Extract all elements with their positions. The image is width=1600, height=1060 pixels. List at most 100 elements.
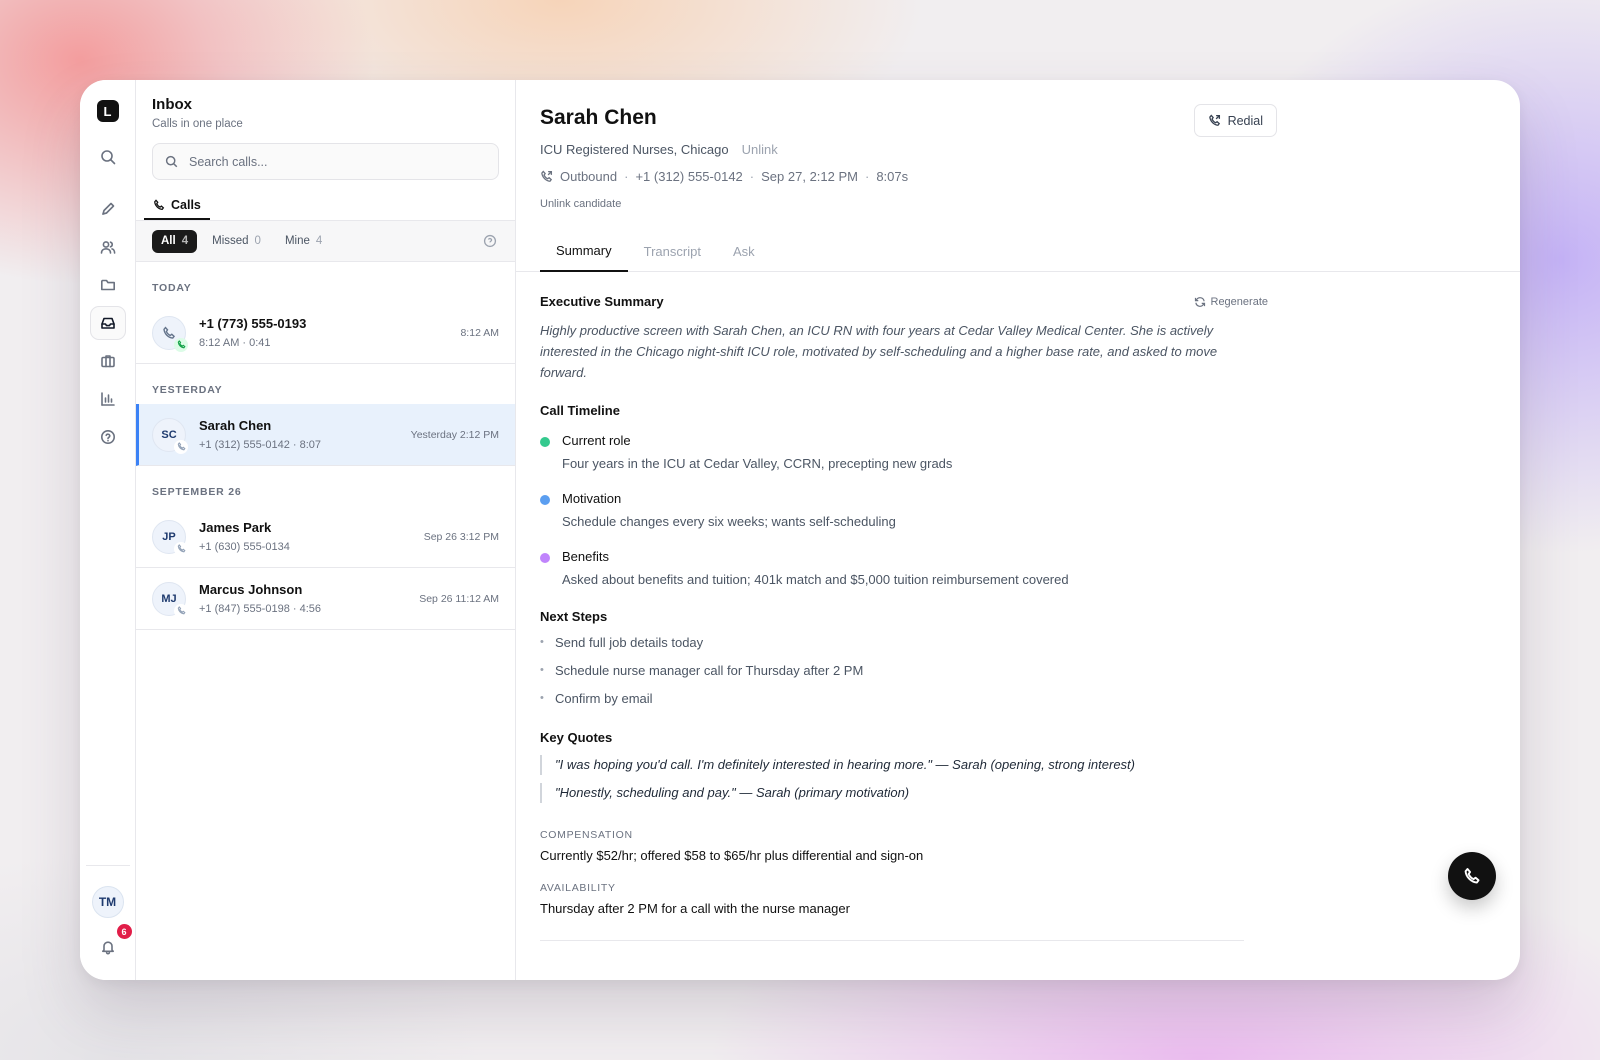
timeline-item: Current role Four years in the ICU at Ce… bbox=[540, 433, 1244, 471]
tab-calls-label: Calls bbox=[171, 198, 201, 212]
caller-avatar: JP bbox=[152, 519, 188, 556]
executive-summary-text: Highly productive screen with Sarah Chen… bbox=[540, 323, 1218, 380]
caller-name: Sarah Chen bbox=[199, 418, 272, 433]
caller-avatar bbox=[152, 315, 188, 352]
group-label-yesterday: YESTERDAY bbox=[152, 384, 223, 396]
key-quotes-heading: Key Quotes bbox=[540, 730, 613, 745]
key-quote: "Honestly, scheduling and pay." — Sarah … bbox=[540, 783, 1244, 803]
timeline-item-desc: Four years in the ICU at Cedar Valley, C… bbox=[562, 456, 953, 471]
call-list-item[interactable]: MJ Marcus Johnson +1 (847) 555-0198 · 4:… bbox=[136, 568, 515, 630]
filter-count: 4 bbox=[181, 235, 189, 247]
group-label-today: TODAY bbox=[152, 282, 192, 294]
timeline-dot bbox=[540, 437, 550, 447]
availability-value: Thursday after 2 PM for a call with the … bbox=[540, 901, 850, 916]
phone-outgoing-icon bbox=[177, 606, 186, 615]
nav-jobs[interactable] bbox=[90, 344, 126, 378]
filter-count: 0 bbox=[254, 235, 261, 247]
regenerate-label: Regenerate bbox=[1210, 296, 1269, 308]
call-list-item[interactable]: JP James Park +1 (630) 555-0134 Sep 26 3… bbox=[136, 506, 515, 568]
compensation-value: Currently $52/hr; offered $58 to $65/hr … bbox=[540, 848, 924, 863]
call-meta: +1 (630) 555-0134 bbox=[199, 541, 290, 553]
phone-icon bbox=[154, 199, 165, 211]
outbound-call-indicator bbox=[174, 603, 188, 618]
avatar-initials: MJ bbox=[161, 592, 177, 605]
phone-icon bbox=[1464, 868, 1480, 884]
call-time: Yesterday 2:12 PM bbox=[410, 428, 499, 441]
next-steps-list: Send full job details today Schedule nur… bbox=[540, 635, 1244, 706]
call-direction: Outbound bbox=[560, 169, 618, 184]
key-quote: "I was hoping you'd call. I'm definitely… bbox=[540, 755, 1244, 775]
call-timeline-heading: Call Timeline bbox=[540, 403, 620, 418]
call-time: Sep 26 11:12 AM bbox=[419, 592, 499, 605]
next-step-item: Send full job details today bbox=[540, 635, 1244, 650]
caller-avatar: MJ bbox=[152, 581, 188, 618]
call-list-item-selected[interactable]: SC Sarah Chen +1 (312) 555-0142 · 8:07 Y… bbox=[136, 404, 515, 466]
redial-button[interactable]: Redial bbox=[1193, 104, 1277, 137]
nav-candidates[interactable] bbox=[90, 230, 126, 264]
user-avatar[interactable]: TM bbox=[91, 886, 124, 918]
phone-outgoing-icon bbox=[177, 544, 186, 553]
timeline-item-desc: Schedule changes every six weeks; wants … bbox=[562, 514, 896, 529]
filter-help-button[interactable] bbox=[483, 234, 497, 248]
inbox-subtitle: Calls in one place bbox=[152, 118, 243, 130]
outbound-call-indicator bbox=[174, 439, 188, 454]
call-time: Sep 26 3:12 PM bbox=[423, 530, 499, 543]
next-step-item: Schedule nurse manager call for Thursday… bbox=[540, 663, 1244, 678]
users-icon bbox=[100, 241, 115, 254]
app-logo[interactable]: L bbox=[96, 100, 119, 122]
avatar-initials: SC bbox=[161, 428, 177, 441]
bar-chart-icon bbox=[100, 392, 115, 406]
search-input[interactable] bbox=[189, 154, 449, 169]
call-phone: +1 (312) 555-0142 bbox=[635, 169, 743, 184]
pencil-icon bbox=[101, 202, 114, 215]
tab-summary[interactable]: Summary bbox=[540, 230, 628, 272]
filter-mine[interactable]: Mine 4 bbox=[276, 230, 331, 253]
timeline-item: Benefits Asked about benefits and tuitio… bbox=[540, 549, 1244, 587]
nav-help[interactable] bbox=[90, 420, 126, 454]
nav-search[interactable] bbox=[90, 140, 126, 174]
help-circle-icon bbox=[100, 430, 115, 444]
tab-ask[interactable]: Ask bbox=[717, 230, 771, 272]
inbound-call-indicator bbox=[174, 337, 188, 352]
caller-name: Marcus Johnson bbox=[199, 582, 303, 597]
timeline-dot bbox=[540, 495, 550, 505]
call-duration: 8:07s bbox=[876, 169, 909, 184]
new-call-button[interactable] bbox=[1448, 852, 1496, 900]
phone-outgoing-icon bbox=[541, 170, 553, 182]
filter-label: Missed bbox=[212, 235, 249, 247]
nav-analytics[interactable] bbox=[90, 382, 126, 416]
timeline-item-title: Motivation bbox=[562, 491, 622, 506]
unlink-candidate-link[interactable]: Unlink candidate bbox=[540, 198, 1496, 210]
call-meta-row: Outbound · +1 (312) 555-0142 · Sep 27, 2… bbox=[540, 169, 1496, 184]
unlink-job-link[interactable]: Unlink bbox=[742, 142, 778, 157]
filter-all[interactable]: All 4 bbox=[152, 229, 198, 253]
regenerate-button[interactable]: Regenerate bbox=[1194, 296, 1269, 308]
group-label-sep26: SEPTEMBER 26 bbox=[152, 486, 242, 498]
search-icon bbox=[100, 150, 115, 165]
filter-count: 4 bbox=[315, 235, 323, 247]
nav-inbox[interactable] bbox=[89, 306, 126, 340]
call-meta: 8:12 AM · 0:41 bbox=[199, 337, 271, 349]
inbox-icon bbox=[100, 317, 115, 329]
availability-label: AVAILABILITY bbox=[540, 882, 616, 894]
candidate-name: Sarah Chen bbox=[540, 106, 657, 129]
filter-missed[interactable]: Missed 0 bbox=[203, 230, 270, 253]
caller-name: James Park bbox=[199, 520, 272, 535]
detail-header: Sarah Chen ICU Registered Nurses, Chicag… bbox=[516, 80, 1520, 272]
folder-icon bbox=[100, 279, 115, 291]
tab-transcript[interactable]: Transcript bbox=[628, 230, 717, 272]
search-box[interactable] bbox=[152, 143, 499, 180]
call-meta: +1 (847) 555-0198 · 4:56 bbox=[199, 603, 322, 615]
separator-dot: · bbox=[864, 169, 870, 184]
call-list-item[interactable]: +1 (773) 555-0193 8:12 AM · 0:41 8:12 AM bbox=[136, 302, 515, 364]
caller-name: +1 (773) 555-0193 bbox=[199, 316, 307, 331]
rail-divider bbox=[85, 865, 130, 866]
timeline-item-desc: Asked about benefits and tuition; 401k m… bbox=[562, 572, 1069, 587]
phone-icon bbox=[163, 326, 176, 339]
next-step-item: Confirm by email bbox=[540, 691, 1244, 706]
nav-folders[interactable] bbox=[90, 268, 126, 302]
nav-compose[interactable] bbox=[90, 192, 126, 226]
search-icon bbox=[165, 155, 178, 168]
tab-calls[interactable]: Calls bbox=[144, 192, 210, 220]
notifications-button[interactable]: 6 bbox=[90, 924, 132, 964]
